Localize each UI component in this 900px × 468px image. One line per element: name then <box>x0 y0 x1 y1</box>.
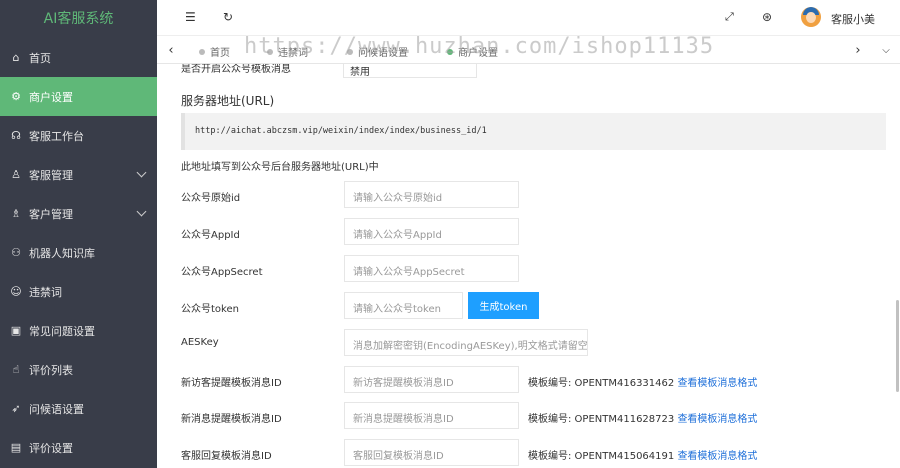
sidebar-item-label: 客服工作台 <box>29 129 84 143</box>
template-code: 模板编号: OPENTM415064191 <box>528 451 675 462</box>
scrollbar-track[interactable] <box>895 64 900 468</box>
aeskey-label: AESKey <box>181 337 219 348</box>
fullscreen-icon[interactable]: ⤢ <box>725 10 734 24</box>
gear-icon: ⚙ <box>11 90 21 103</box>
agent-reply-template-note: 模板编号: OPENTM415064191 查看模板消息格式 <box>528 447 757 462</box>
menu-toggle-icon[interactable]: ☰ <box>185 10 196 24</box>
sidebar-item-banned-words[interactable]: ☺ 违禁词 <box>0 272 157 311</box>
tab-label: 首页 <box>210 48 230 59</box>
original-id-label: 公众号原始id <box>181 193 241 204</box>
users-icon: ♗ <box>11 207 21 220</box>
select-value: 禁用 <box>350 67 370 78</box>
sidebar-item-review-list[interactable]: ☝ 评价列表 <box>0 350 157 389</box>
user-name[interactable]: 客服小美 <box>831 11 875 27</box>
aeskey-input[interactable]: 消息加解密密钥(EncodingAESKey),明文格式请留空 <box>344 329 588 356</box>
sidebar: AI客服系统 ⌂ 首页 ⚙ 商户设置 ☊ 客服工作台 ♙ 客服管理 ♗ 客户管理… <box>0 0 157 468</box>
avatar[interactable] <box>801 7 821 27</box>
sidebar-item-label: 违禁词 <box>29 285 62 299</box>
agent-reply-template-label: 客服回复模板消息ID <box>181 451 272 462</box>
tab-dot-icon <box>199 48 205 55</box>
watermark-text: https://www.huzhan.com/ishop11135 <box>244 34 715 59</box>
tab-scroll-right-icon[interactable]: › <box>844 36 872 64</box>
appid-label: 公众号AppId <box>181 230 240 241</box>
main-content: 是否开启公众号模板消息 禁用 服务器地址(URL) http://aichat.… <box>157 64 900 468</box>
refresh-icon[interactable]: ↻ <box>223 10 233 24</box>
sidebar-item-label: 商户设置 <box>29 90 73 104</box>
sidebar-item-label: 机器人知识库 <box>29 246 95 260</box>
sidebar-item-label: 首页 <box>29 51 51 65</box>
template-message-toggle-label: 是否开启公众号模板消息 <box>181 64 291 75</box>
sidebar-item-service-desk[interactable]: ☊ 客服工作台 <box>0 116 157 155</box>
sidebar-item-label: 常见问题设置 <box>29 324 95 338</box>
ban-icon: ☺ <box>10 285 22 298</box>
sidebar-item-label: 客户管理 <box>29 207 73 221</box>
chevron-down-icon <box>136 167 147 178</box>
template-message-toggle-select[interactable]: 禁用 <box>343 64 477 78</box>
home-icon: ⌂ <box>12 51 20 64</box>
scrollbar-thumb[interactable] <box>896 300 899 392</box>
theme-icon[interactable]: ⊛ <box>762 10 772 24</box>
view-template-format-link[interactable]: 查看模板消息格式 <box>677 451 757 462</box>
sidebar-item-home[interactable]: ⌂ 首页 <box>0 38 157 77</box>
sidebar-item-agent-management[interactable]: ♙ 客服管理 <box>0 155 157 194</box>
send-icon: ➶ <box>11 402 21 415</box>
sidebar-item-greeting-settings[interactable]: ➶ 问候语设置 <box>0 389 157 428</box>
sidebar-item-label: 问候语设置 <box>29 402 84 416</box>
server-url-box: http://aichat.abczsm.vip/weixin/index/in… <box>181 113 886 150</box>
question-icon: ▣ <box>10 324 22 337</box>
headset-icon: ☊ <box>11 129 21 142</box>
new-message-template-note: 模板编号: OPENTM411628723 查看模板消息格式 <box>528 410 757 425</box>
doc-icon: ▤ <box>10 441 22 454</box>
sidebar-item-robot-kb[interactable]: ⚇ 机器人知识库 <box>0 233 157 272</box>
template-code: 模板编号: OPENTM416331462 <box>528 378 675 389</box>
agent-reply-template-input[interactable]: 客服回复模板消息ID <box>344 439 519 466</box>
generate-token-button[interactable]: 生成token <box>468 292 539 319</box>
tab-home[interactable]: 首页 <box>199 44 230 59</box>
user-icon: ♙ <box>11 168 21 181</box>
sidebar-item-merchant-settings[interactable]: ⚙ 商户设置 <box>0 77 157 116</box>
new-visitor-template-input[interactable]: 新访客提醒模板消息ID <box>344 366 519 393</box>
new-message-template-input[interactable]: 新消息提醒模板消息ID <box>344 402 519 429</box>
new-visitor-template-label: 新访客提醒模板消息ID <box>181 378 282 389</box>
appsecret-input[interactable]: 请输入公众号AppSecret <box>344 255 519 282</box>
tab-menu-chevron-down-icon[interactable]: ⌵ <box>872 36 900 64</box>
new-visitor-template-note: 模板编号: OPENTM416331462 查看模板消息格式 <box>528 374 757 389</box>
token-input[interactable]: 请输入公众号token <box>344 292 463 319</box>
sidebar-item-label: 客服管理 <box>29 168 73 182</box>
view-template-format-link[interactable]: 查看模板消息格式 <box>677 378 757 389</box>
sidebar-item-review-settings[interactable]: ▤ 评价设置 <box>0 428 157 467</box>
chevron-down-icon <box>136 206 147 217</box>
appsecret-label: 公众号AppSecret <box>181 267 263 278</box>
new-message-template-label: 新消息提醒模板消息ID <box>181 414 282 425</box>
sidebar-item-customer-management[interactable]: ♗ 客户管理 <box>0 194 157 233</box>
original-id-input[interactable]: 请输入公众号原始id <box>344 181 519 208</box>
top-header: ☰ ↻ ⤢ ⊛ 客服小美 <box>157 0 900 36</box>
sidebar-item-label: 评价设置 <box>29 441 73 455</box>
sidebar-item-label: 评价列表 <box>29 363 73 377</box>
template-code: 模板编号: OPENTM411628723 <box>528 414 675 425</box>
tab-scroll-left-icon[interactable]: ‹ <box>157 36 185 64</box>
robot-icon: ⚇ <box>11 246 21 259</box>
server-url-section-title: 服务器地址(URL) <box>181 94 275 108</box>
view-template-format-link[interactable]: 查看模板消息格式 <box>677 414 757 425</box>
server-url-hint: 此地址填写到公众号后台服务器地址(URL)中 <box>181 162 379 173</box>
token-label: 公众号token <box>181 304 239 315</box>
thumb-icon: ☝ <box>12 363 20 376</box>
appid-input[interactable]: 请输入公众号AppId <box>344 218 519 245</box>
sidebar-item-faq-settings[interactable]: ▣ 常见问题设置 <box>0 311 157 350</box>
app-logo-title: AI客服系统 <box>43 11 114 27</box>
